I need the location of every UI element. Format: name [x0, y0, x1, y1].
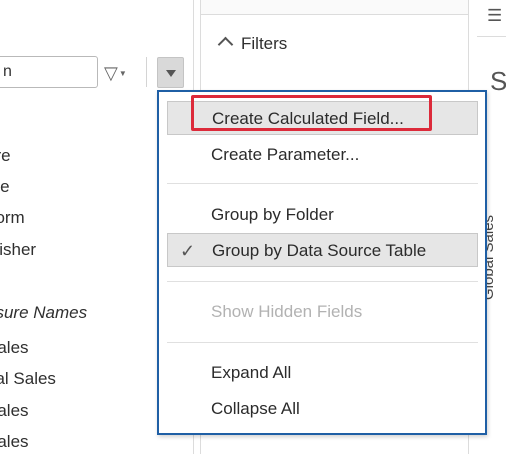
toolbar-divider: [146, 57, 147, 87]
field-item-measure-names[interactable]: asure Names: [0, 303, 87, 323]
menu-item-expand-all[interactable]: Expand All: [167, 356, 478, 390]
divider: [477, 36, 506, 37]
field-item[interactable]: bal Sales: [0, 369, 56, 389]
field-item[interactable]: Sales: [0, 401, 29, 421]
field-item[interactable]: Sales: [0, 338, 29, 358]
field-item[interactable]: olisher: [0, 240, 36, 260]
filter-icon[interactable]: ▽▼: [104, 60, 138, 86]
check-icon: ✓: [180, 241, 196, 261]
list-icon[interactable]: ☰: [487, 6, 502, 26]
field-item[interactable]: me: [0, 177, 10, 197]
search-input[interactable]: n: [0, 56, 98, 88]
menu-item-group-by-data-source-table[interactable]: ✓ Group by Data Source Table: [167, 233, 478, 267]
filters-title: Filters: [241, 34, 288, 53]
menu-separator: [167, 183, 478, 184]
view-title: S: [490, 66, 506, 96]
menu-item-group-by-folder[interactable]: Group by Folder: [167, 198, 478, 232]
data-pane-context-menu: Create Calculated Field... Create Parame…: [157, 90, 487, 435]
menu-separator: [167, 281, 478, 282]
pages-shelf: [201, 0, 468, 15]
field-item[interactable]: Sales: [0, 432, 29, 452]
field-item[interactable]: tform: [0, 208, 25, 228]
menu-item-show-hidden-fields: Show Hidden Fields: [211, 302, 363, 321]
menu-item-collapse-all[interactable]: Collapse All: [167, 392, 478, 426]
filters-shelf-header[interactable]: Filters: [214, 34, 287, 54]
menu-item-create-calculated-field[interactable]: Create Calculated Field...: [167, 101, 478, 135]
menu-separator: [167, 342, 478, 343]
dropdown-arrow-icon[interactable]: [157, 57, 184, 88]
chevron-up-icon: [217, 36, 234, 53]
field-item[interactable]: nre: [0, 146, 11, 166]
menu-item-create-parameter[interactable]: Create Parameter...: [167, 138, 478, 172]
menu-item-label: Group by Data Source Table: [212, 241, 427, 260]
